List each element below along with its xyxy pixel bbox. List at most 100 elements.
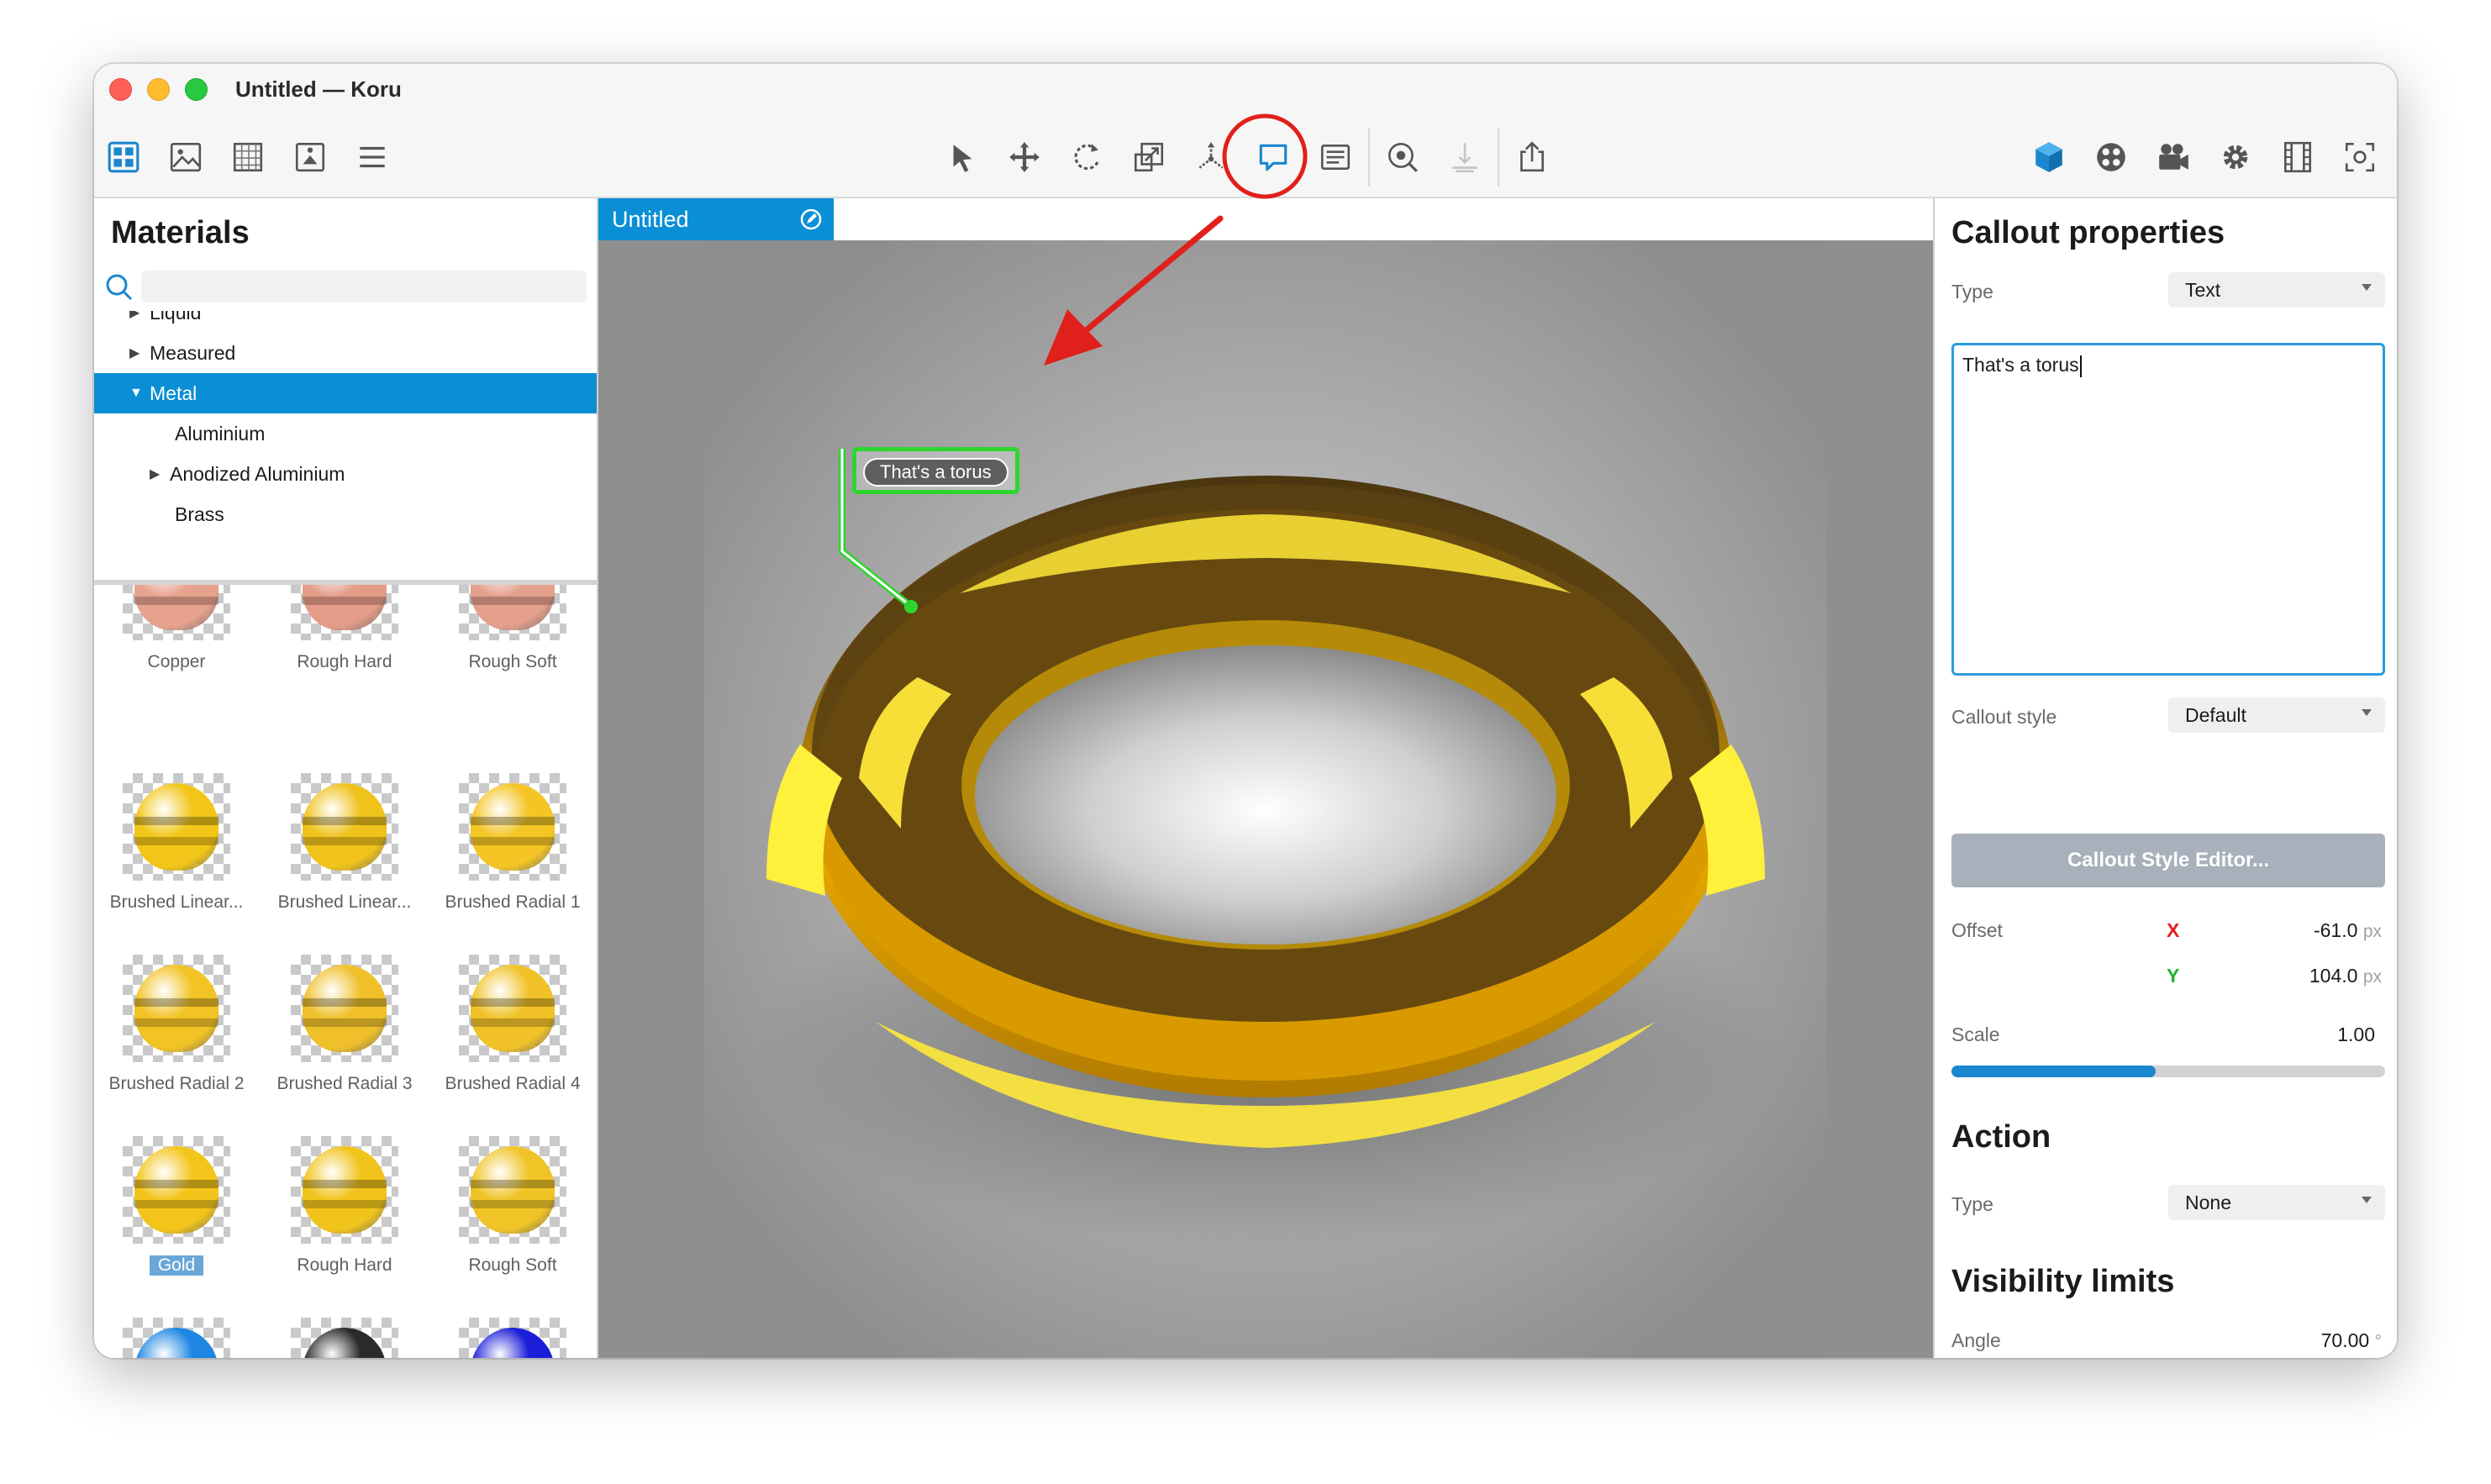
materials-icon[interactable]: [2090, 136, 2132, 178]
callout-type-select[interactable]: Text: [2168, 272, 2385, 308]
material-thumbnail[interactable]: Rough Soft: [429, 1136, 597, 1321]
render-scene[interactable]: [598, 240, 1933, 1358]
toolbar-separator: [1368, 128, 1370, 187]
object-cube-icon[interactable]: [2028, 136, 2070, 178]
callout-style-value: Default: [2185, 704, 2246, 726]
material-label-text: Brushed Linear...: [109, 892, 244, 912]
tree-item[interactable]: ▼ Metal: [94, 373, 597, 413]
film-icon[interactable]: [2277, 136, 2319, 178]
material-preview: [291, 1136, 398, 1244]
tree-item-label: Aluminium: [175, 422, 266, 445]
material-thumbnail[interactable]: Brushed Radial 1: [429, 773, 597, 958]
edit-icon[interactable]: [800, 208, 822, 230]
material-preview: [459, 773, 566, 881]
document-tab-untitled[interactable]: Untitled: [598, 198, 834, 240]
material-label-text: Rough Hard: [297, 1255, 392, 1275]
image-upload-icon[interactable]: [289, 136, 331, 178]
scale-value[interactable]: 1.00: [2337, 1024, 2375, 1046]
material-thumbnail[interactable]: Rough Soft: [429, 585, 597, 718]
material-thumbnail[interactable]: Gold: [94, 1136, 261, 1321]
close-window-button[interactable]: [109, 78, 132, 101]
material-sphere: [471, 1328, 555, 1358]
tree-item[interactable]: Brass: [94, 494, 597, 526]
material-thumbnail[interactable]: Rough Hard: [261, 1136, 429, 1321]
screenshot-icon[interactable]: [2339, 136, 2381, 178]
material-thumbnail[interactable]: Brushed Radial 2: [94, 955, 261, 1139]
materials-search-input[interactable]: [141, 271, 587, 303]
disclosure-expanded-icon[interactable]: ▼: [129, 386, 145, 401]
grid-view-icon[interactable]: [103, 136, 145, 178]
torus-hole: [975, 645, 1556, 945]
callout-style-editor-button[interactable]: Callout Style Editor...: [1951, 834, 2385, 887]
material-thumbnail[interactable]: Blue: [429, 1318, 597, 1358]
material-thumbnail[interactable]: Brushed Linear...: [261, 773, 429, 958]
zoom-window-button[interactable]: [185, 78, 208, 101]
tree-item[interactable]: Aluminium: [94, 413, 597, 454]
scale-slider[interactable]: [1951, 1066, 2385, 1077]
tree-item-label: Measured: [150, 341, 236, 364]
pivot-icon[interactable]: [1190, 136, 1232, 178]
material-label: Copper: [94, 652, 261, 672]
material-preview: [459, 1318, 566, 1358]
3d-viewport[interactable]: Untitled That's a torus: [598, 198, 1933, 1358]
material-label: Gold: [94, 1255, 261, 1276]
material-sphere: [134, 1328, 219, 1358]
material-thumbnail[interactable]: Copper: [94, 585, 261, 718]
callout-label: That's a torus: [863, 458, 1009, 487]
callout-style-select[interactable]: Default: [2168, 697, 2385, 733]
material-label: Rough Hard: [261, 652, 429, 672]
material-thumbnail[interactable]: Rough Hard: [261, 585, 429, 718]
disclosure-collapsed-icon[interactable]: ▶: [129, 345, 145, 361]
material-sphere: [303, 585, 387, 630]
texture-icon[interactable]: [227, 136, 269, 178]
material-thumbnail[interactable]: Brushed Radial 4: [429, 955, 597, 1139]
material-label-text: Rough Hard: [297, 652, 392, 671]
material-preview: [459, 955, 566, 1062]
material-label: Brushed Radial 4: [429, 1074, 597, 1094]
material-thumbnail[interactable]: Brushed Linear...: [94, 773, 261, 958]
scene-callout[interactable]: That's a torus: [852, 447, 1019, 494]
camera-icon[interactable]: [2152, 136, 2194, 178]
menu-icon[interactable]: [351, 136, 393, 178]
callout-text-field[interactable]: That's a torus: [1951, 343, 2385, 676]
action-type-select[interactable]: None: [2168, 1185, 2385, 1220]
toolbar-separator: [1498, 128, 1499, 187]
move-icon[interactable]: [1003, 136, 1045, 178]
offset-y-axis-label: Y: [2167, 965, 2180, 987]
material-preview: [459, 1136, 566, 1244]
material-preview: [291, 1318, 398, 1358]
material-label: Brushed Linear...: [261, 892, 429, 913]
inspect-icon[interactable]: [1382, 136, 1424, 178]
document-tabs: Untitled: [598, 198, 1933, 240]
image-icon[interactable]: [165, 136, 207, 178]
chevron-down-icon: [2362, 709, 2372, 716]
material-thumbnail[interactable]: Black: [261, 1318, 429, 1358]
minimize-window-button[interactable]: [147, 78, 170, 101]
material-thumbnail[interactable]: Brushed Radial 3: [261, 955, 429, 1139]
disclosure-collapsed-icon[interactable]: ▶: [150, 466, 165, 482]
rotate-icon[interactable]: [1066, 136, 1108, 178]
material-preview: [123, 1318, 230, 1358]
material-label-text: Rough Soft: [468, 652, 557, 671]
material-sphere: [134, 783, 219, 871]
visibility-limits-title: Visibility limits: [1951, 1264, 2175, 1299]
chevron-down-icon: [2362, 284, 2372, 291]
callout-text-value: That's a torus: [1962, 354, 2079, 376]
materials-panel: Materials ▶ Liquid ▶ Measured ▼ Metal Aluminiu…: [94, 198, 598, 1358]
disclosure-collapsed-icon[interactable]: ▶: [129, 311, 145, 321]
offset-y-field[interactable]: 104.0 px: [2309, 965, 2382, 987]
angle-field[interactable]: 70.00 °: [2321, 1329, 2382, 1352]
callout-icon[interactable]: [1252, 136, 1294, 178]
offset-x-field[interactable]: -61.0 px: [2314, 919, 2382, 942]
share-icon[interactable]: [1511, 136, 1553, 178]
settings-gear-icon[interactable]: [2215, 136, 2257, 178]
material-thumbnail[interactable]: Anodized Blue: [94, 1318, 261, 1358]
tree-item[interactable]: ▶ Anodized Aluminium: [94, 454, 597, 494]
tree-item[interactable]: ▶ Liquid: [94, 311, 597, 333]
material-sphere: [471, 783, 555, 871]
text-label-icon[interactable]: [1314, 136, 1356, 178]
scale-icon[interactable]: [1128, 136, 1170, 178]
tree-item[interactable]: ▶ Measured: [94, 333, 597, 373]
ground-icon[interactable]: [1444, 136, 1486, 178]
select-arrow-icon[interactable]: [941, 136, 983, 178]
